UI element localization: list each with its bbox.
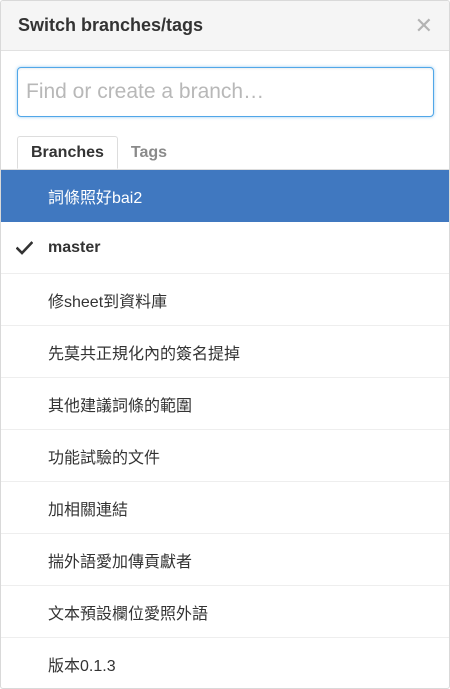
- close-icon[interactable]: ✕: [415, 14, 433, 37]
- panel-title: Switch branches/tags: [18, 15, 204, 35]
- check-icon: [1, 240, 48, 255]
- branch-name: 功能試驗的文件: [48, 449, 161, 467]
- branch-name: master: [48, 238, 101, 256]
- branch-name: 揣外語愛加傳貢獻者: [48, 553, 193, 571]
- branch-list: 詞條照好bai2 master 修sheet到資料庫 先莫共正規化內的簽名提掉 …: [1, 169, 449, 688]
- tab-tags[interactable]: Tags: [118, 136, 180, 169]
- list-item[interactable]: 修sheet到資料庫: [1, 274, 449, 326]
- list-item[interactable]: 加相關連結: [1, 482, 449, 534]
- list-item[interactable]: 其他建議詞條的範圍: [1, 378, 449, 430]
- list-item[interactable]: 先莫共正規化內的簽名提掉: [1, 326, 449, 378]
- list-item[interactable]: master: [1, 222, 449, 274]
- tab-branches[interactable]: Branches: [17, 136, 118, 169]
- panel-header: Switch branches/tags ✕: [1, 1, 449, 51]
- branch-filter-input[interactable]: [17, 67, 434, 117]
- tab-bar: Branches Tags: [1, 136, 449, 169]
- branch-name: 版本0.1.3: [48, 657, 116, 675]
- branch-name: 修sheet到資料庫: [48, 293, 168, 311]
- branch-switcher-panel: Switch branches/tags ✕ Branches Tags 詞條照…: [0, 0, 450, 689]
- branch-name: 其他建議詞條的範圍: [48, 397, 193, 415]
- list-item[interactable]: 詞條照好bai2: [1, 170, 449, 222]
- branch-name: 加相關連結: [48, 501, 129, 519]
- branch-name: 詞條照好bai2: [48, 189, 143, 207]
- list-item[interactable]: 版本0.1.3: [1, 638, 449, 688]
- list-item[interactable]: 文本預設欄位愛照外語: [1, 586, 449, 638]
- branch-name: 先莫共正規化內的簽名提掉: [48, 345, 241, 363]
- list-item[interactable]: 功能試驗的文件: [1, 430, 449, 482]
- branch-name: 文本預設欄位愛照外語: [48, 605, 209, 623]
- filter-container: [1, 51, 449, 117]
- list-item[interactable]: 揣外語愛加傳貢獻者: [1, 534, 449, 586]
